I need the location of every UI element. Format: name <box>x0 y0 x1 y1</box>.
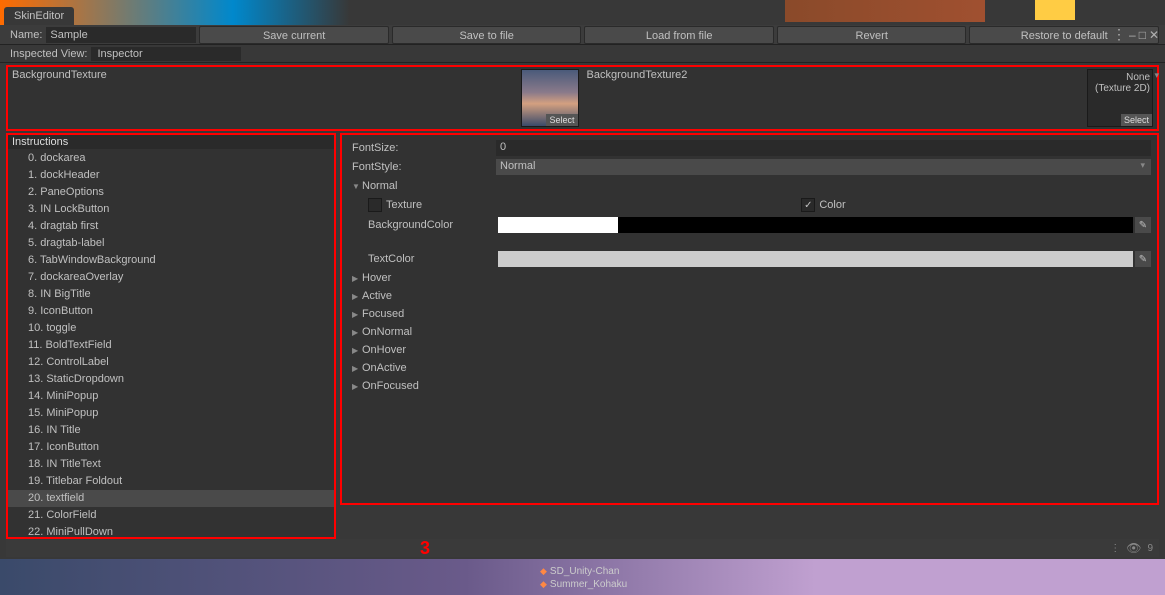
prefab-icon: ◆ <box>540 579 547 590</box>
window-menu-icon[interactable]: ⋮ <box>1112 26 1126 43</box>
text-color-field[interactable] <box>498 251 1133 267</box>
save-to-file-button[interactable]: Save to file <box>392 26 582 44</box>
texture2-slot[interactable]: None (Texture 2D) Select <box>1087 69 1153 127</box>
texture-label: Texture <box>386 199 496 211</box>
state-label: Active <box>362 290 392 302</box>
foldout-expanded-icon: ▼ <box>352 182 362 191</box>
background-color-label: BackgroundColor <box>368 219 498 231</box>
background-texture2-label: BackgroundTexture2 <box>587 69 1154 81</box>
save-current-button[interactable]: Save current <box>199 26 389 44</box>
list-item[interactable]: 19. Titlebar Foldout <box>8 473 334 490</box>
foldout-collapsed-icon: ▶ <box>352 346 362 355</box>
prefab-icon: ◆ <box>540 566 547 577</box>
state-foldout[interactable]: ▶OnFocused <box>348 377 1151 395</box>
list-item[interactable]: 4. dragtab first <box>8 218 334 235</box>
background-color-field[interactable] <box>498 217 1133 233</box>
list-item[interactable]: 9. IconButton <box>8 303 334 320</box>
texture-panel: BackgroundTexture Select BackgroundTextu… <box>6 65 1159 131</box>
inspected-view-dropdown[interactable]: Inspector <box>91 47 241 61</box>
state-label: OnFocused <box>362 380 419 392</box>
foldout-collapsed-icon: ▶ <box>352 274 362 283</box>
window-tab[interactable]: SkinEditor <box>4 7 74 25</box>
instructions-panel: Instructions 0. dockarea1. dockHeader2. … <box>6 133 336 539</box>
text-color-label: TextColor <box>368 253 498 265</box>
list-item[interactable]: 14. MiniPopup <box>8 388 334 405</box>
state-foldout[interactable]: ▶OnHover <box>348 341 1151 359</box>
list-item[interactable]: 16. IN Title <box>8 422 334 439</box>
annotation-3: 3 <box>420 538 430 559</box>
normal-label: Normal <box>362 180 397 192</box>
window-close-icon[interactable]: ✕ <box>1149 28 1159 42</box>
state-label: Hover <box>362 272 391 284</box>
select-texture2-button[interactable]: Select <box>1121 114 1152 126</box>
visibility-icon[interactable]: 👁 <box>1126 541 1141 555</box>
list-item[interactable]: 22. MiniPullDown <box>8 524 334 539</box>
list-item[interactable]: 8. IN BigTitle <box>8 286 334 303</box>
hierarchy-item[interactable]: ◆Summer_Kohaku <box>540 578 627 591</box>
color-checkbox[interactable]: ✓ <box>801 198 815 212</box>
list-item[interactable]: 21. ColorField <box>8 507 334 524</box>
list-item[interactable]: 5. dragtab-label <box>8 235 334 252</box>
foldout-collapsed-icon: ▶ <box>352 328 362 337</box>
list-item[interactable]: 20. textfield <box>8 490 334 507</box>
normal-foldout[interactable]: ▼ Normal <box>348 177 1151 195</box>
background-texture-label: BackgroundTexture <box>12 69 579 81</box>
list-item[interactable]: 11. BoldTextField <box>8 337 334 354</box>
list-item[interactable]: 7. dockareaOverlay <box>8 269 334 286</box>
foldout-collapsed-icon: ▶ <box>352 382 362 391</box>
list-item[interactable]: 12. ControlLabel <box>8 354 334 371</box>
list-item[interactable]: 10. toggle <box>8 320 334 337</box>
eyedropper-icon[interactable]: ✎ <box>1135 251 1151 267</box>
load-from-file-button[interactable]: Load from file <box>584 26 774 44</box>
inspected-view-label: Inspected View: <box>0 48 91 60</box>
state-label: OnNormal <box>362 326 412 338</box>
state-label: Focused <box>362 308 404 320</box>
state-label: OnHover <box>362 344 406 356</box>
font-size-label: FontSize: <box>348 142 496 154</box>
state-label: OnActive <box>362 362 407 374</box>
list-item[interactable]: 18. IN TitleText <box>8 456 334 473</box>
list-item[interactable]: 3. IN LockButton <box>8 201 334 218</box>
texture-checkbox[interactable] <box>368 198 382 212</box>
list-item[interactable]: 13. StaticDropdown <box>8 371 334 388</box>
menu-dots-icon[interactable]: ⋮ <box>1110 543 1120 554</box>
list-item[interactable]: 17. IconButton <box>8 439 334 456</box>
texture-type-label: (Texture 2D) <box>1090 83 1150 94</box>
font-style-label: FontStyle: <box>348 161 496 173</box>
foldout-collapsed-icon: ▶ <box>352 364 362 373</box>
window-maximize-icon[interactable]: □ <box>1139 28 1146 42</box>
state-foldout[interactable]: ▶OnNormal <box>348 323 1151 341</box>
state-foldout[interactable]: ▶Hover <box>348 269 1151 287</box>
list-item[interactable]: 15. MiniPopup <box>8 405 334 422</box>
revert-button[interactable]: Revert <box>777 26 967 44</box>
font-style-dropdown[interactable]: Normal <box>496 159 1151 175</box>
state-foldout[interactable]: ▶Focused <box>348 305 1151 323</box>
instructions-header: Instructions <box>8 135 334 149</box>
texture-none-label: None <box>1090 72 1150 83</box>
window-minimize-icon[interactable]: – <box>1129 28 1136 42</box>
list-item[interactable]: 2. PaneOptions <box>8 184 334 201</box>
font-size-input[interactable]: 0 <box>496 140 1151 156</box>
color-label: Color <box>819 199 845 211</box>
properties-panel: FontSize: 0 FontStyle: Normal ▼ Normal T… <box>340 133 1159 505</box>
state-foldout[interactable]: ▶OnActive <box>348 359 1151 377</box>
status-bar: ⋮ 👁 9 <box>6 539 1159 557</box>
foldout-collapsed-icon: ▶ <box>352 292 362 301</box>
name-input[interactable] <box>46 27 196 43</box>
eyedropper-icon[interactable]: ✎ <box>1135 217 1151 233</box>
select-texture-button[interactable]: Select <box>546 114 577 126</box>
list-item[interactable]: 1. dockHeader <box>8 167 334 184</box>
state-foldout[interactable]: ▶Active <box>348 287 1151 305</box>
list-item[interactable]: 0. dockarea <box>8 150 334 167</box>
texture-thumbnail[interactable]: Select <box>521 69 579 127</box>
hierarchy-item[interactable]: ◆SD_Unity-Chan <box>540 565 627 578</box>
foldout-collapsed-icon: ▶ <box>352 310 362 319</box>
visibility-count: 9 <box>1147 543 1153 554</box>
name-label: Name: <box>0 29 46 41</box>
list-item[interactable]: 6. TabWindowBackground <box>8 252 334 269</box>
